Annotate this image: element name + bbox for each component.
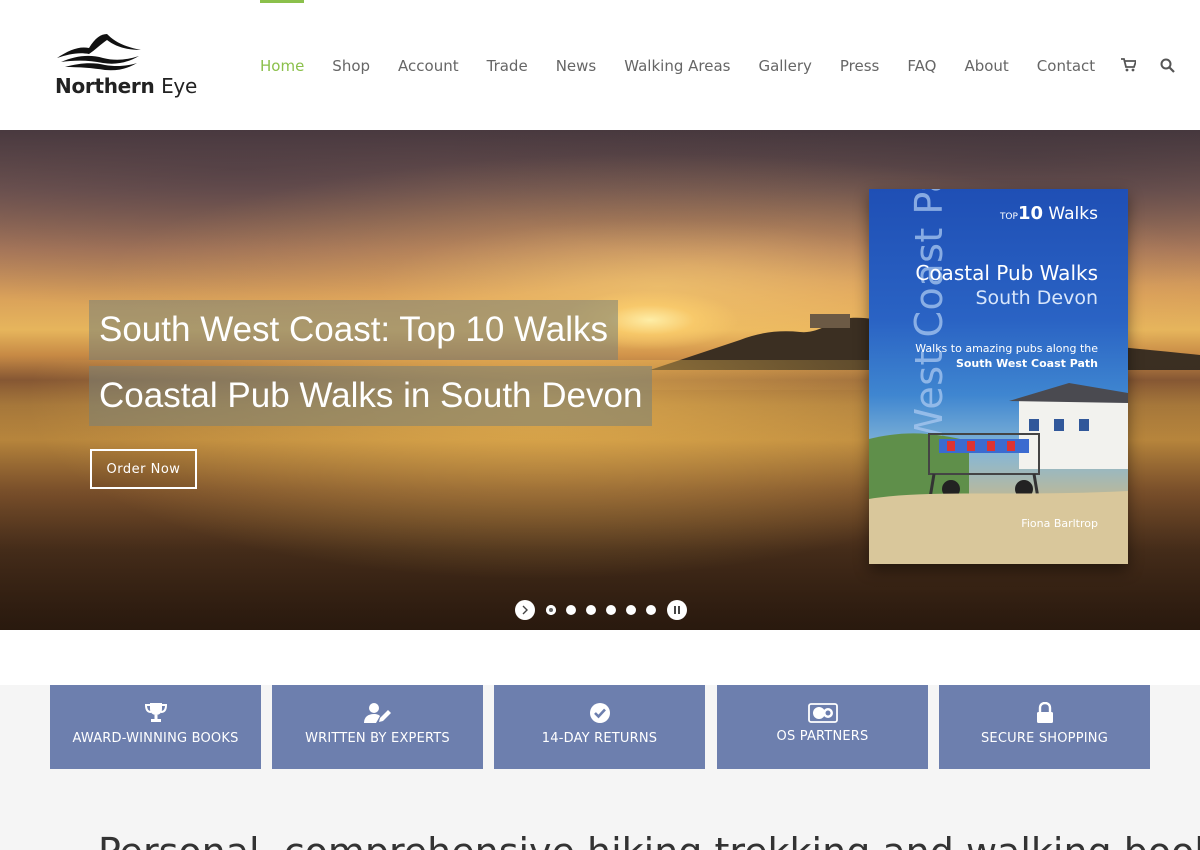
hero-slider: South West Coast: Top 10 Walks Coastal P… [0,130,1200,630]
intro-heading: Personal, comprehensive hiking trekking … [98,830,1200,850]
book-series-word: Walks [1048,204,1098,224]
slider-dot-3[interactable] [586,605,596,615]
book-series-prefix: TOP [999,212,1018,222]
feature-label: OS PARTNERS [776,729,869,744]
feature-award-winning-books[interactable]: AWARD-WINNING BOOKS [50,685,261,769]
nav-item-contact[interactable]: Contact [1023,0,1109,130]
nav-item-press[interactable]: Press [826,0,893,130]
chevron-right-icon [522,605,528,615]
feature-icon-wrap [50,702,261,726]
os-logo-icon [807,703,838,723]
feature-icon-wrap [272,702,483,726]
main-nav: Home Shop Account Trade News Walking Are… [246,0,1187,130]
feature-written-by-experts[interactable]: WRITTEN BY EXPERTS [272,685,483,769]
cart-button[interactable] [1109,0,1148,130]
book-author: Fiona Barltrop [1021,517,1098,530]
nav-item-gallery[interactable]: Gallery [744,0,825,130]
feature-label: WRITTEN BY EXPERTS [305,731,450,746]
nav-item-faq[interactable]: FAQ [893,0,950,130]
feature-label: SECURE SHOPPING [980,731,1108,746]
search-icon [1160,58,1175,73]
logo-text: Northern Eye [55,74,197,98]
nav-item-trade[interactable]: Trade [473,0,542,130]
book-tagline-start: Walks to amazing pubs along the [915,342,1098,355]
feature-label: AWARD-WINNING BOOKS [72,731,239,746]
feature-label: 14-DAY RETURNS [541,731,658,746]
slide-title-line2: Coastal Pub Walks in South Devon [89,366,653,426]
book-series: TOP10 Walks [1000,203,1098,224]
features-section: AWARD-WINNING BOOKS WRITTEN BY EXPERTS 1… [0,685,1200,850]
nav-item-walking-areas[interactable]: Walking Areas [610,0,744,130]
lock-icon [1036,702,1053,723]
book-tagline-bold: South West Coast Path [955,357,1098,370]
slider-dot-4[interactable] [606,605,616,615]
nav-item-shop[interactable]: Shop [318,0,384,130]
book-tagline: Walks to amazing pubs along the South We… [908,341,1098,371]
feature-icon-wrap [939,702,1150,726]
order-now-button[interactable]: Order Now [90,449,197,489]
feature-os-partners[interactable]: OS PARTNERS [717,685,928,769]
feature-14-day-returns[interactable]: 14-DAY RETURNS [494,685,705,769]
user-edit-icon [363,703,391,723]
book-cover[interactable]: South West Coast Path TOP10 Walks Coasta… [869,189,1128,564]
nav-item-about[interactable]: About [950,0,1022,130]
slider-dot-5[interactable] [626,605,636,615]
book-subtitle: South Devon [975,287,1099,309]
slide-title-line1: South West Coast: Top 10 Walks [89,300,619,360]
feature-icon-wrap [494,702,705,726]
logo-text-bold: Northern [55,74,155,98]
slider-next-button[interactable] [515,600,535,620]
site-logo[interactable]: Northern Eye [55,30,197,100]
pause-icon [674,606,680,614]
book-title: Coastal Pub Walks [915,261,1098,285]
book-cover-photo [869,383,1128,564]
nav-item-home[interactable]: Home [246,0,318,130]
site-header: Northern Eye Home Shop Account Trade New… [0,0,1200,130]
cart-icon [1121,58,1137,72]
trophy-icon [144,703,167,722]
check-circle-icon [589,703,610,723]
book-series-number: 10 [1017,203,1044,224]
nav-item-news[interactable]: News [542,0,611,130]
feature-secure-shopping[interactable]: SECURE SHOPPING [939,685,1150,769]
search-button[interactable] [1148,0,1187,130]
slider-controls [515,599,687,621]
feature-icon-wrap [717,702,928,726]
mountain-waves-icon [57,34,141,71]
logo-text-light: Eye [161,74,197,98]
slider-dot-2[interactable] [566,605,576,615]
slider-dot-1[interactable] [546,605,556,615]
slider-dot-6[interactable] [646,605,656,615]
slider-pause-button[interactable] [667,600,687,620]
nav-item-account[interactable]: Account [384,0,473,130]
